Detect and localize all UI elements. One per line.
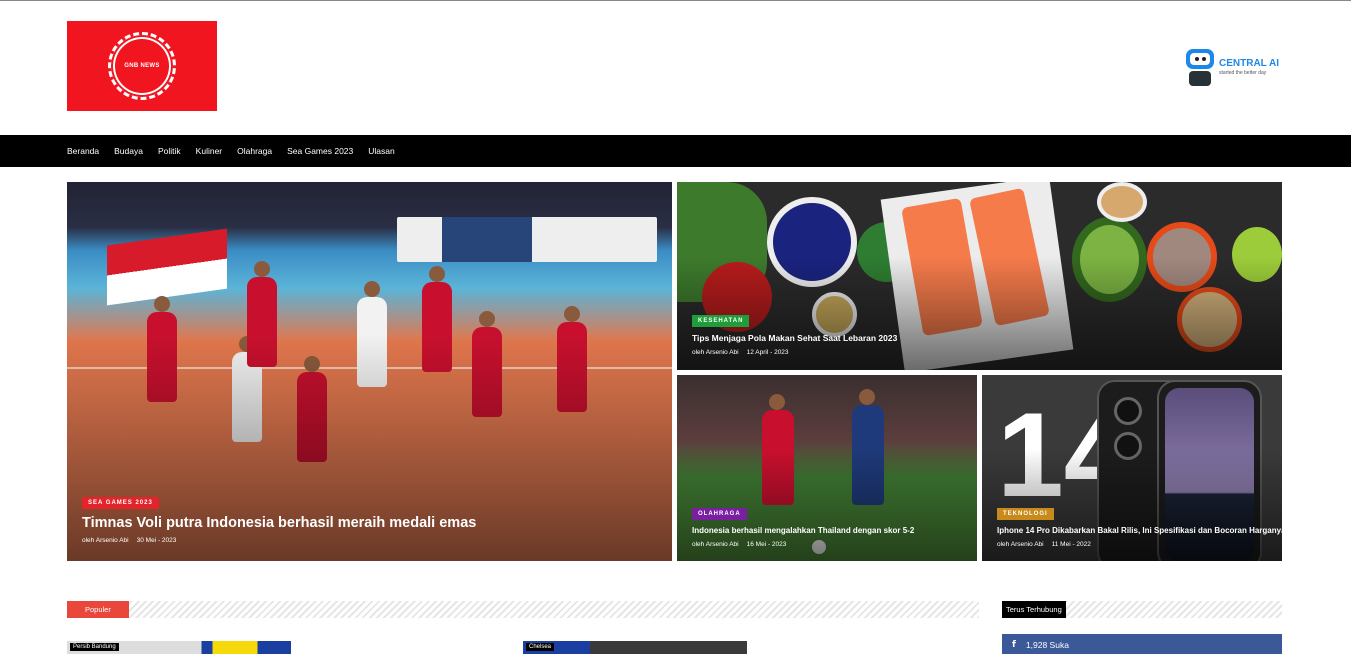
thumb-tag[interactable]: Persib Bandung [70,643,119,651]
logo-emblem: GNB NEWS [108,32,176,100]
category-badge[interactable]: KESEHATAN [692,315,750,327]
popular-label[interactable]: Populer [67,601,129,618]
main-nav: Beranda Budaya Politik Kuliner Olahraga … [0,135,1351,167]
nav-item-ulasan[interactable]: Ulasan [368,146,394,156]
popular-section-header: Populer [67,601,979,618]
popular-thumb-chelsea[interactable]: Chelsea [523,641,747,654]
article-date: 16 Mei - 2023 [746,541,787,548]
article-date: 11 Mei - 2022 [1051,541,1091,548]
featured-card-football[interactable]: OLAHRAGA Indonesia berhasil mengalahkan … [677,375,977,561]
article-date: 12 April - 2023 [746,349,789,356]
thumb-tag[interactable]: Chelsea [526,643,555,651]
header-ad-banner[interactable]: CENTRAL AI started the better day [1183,46,1283,88]
robot-icon [1183,47,1217,87]
popular-thumb-persib[interactable]: Persib Bandung [67,641,291,654]
ad-subtitle: started the better day [1219,69,1267,76]
article-title[interactable]: Tips Menjaga Pola Makan Sehat Saat Lebar… [692,333,1276,343]
article-title[interactable]: Timnas Voli putra Indonesia berhasil mer… [82,515,666,531]
article-author[interactable]: oleh Arsenio Abi [997,541,1044,548]
facebook-like-button[interactable]: f 1,928 Suka [1002,634,1282,654]
category-badge[interactable]: SEA GAMES 2023 [82,497,159,509]
article-title[interactable]: Iphone 14 Pro Dikabarkan Bakal Rilis, In… [997,526,1282,535]
nuts-bowl-image [1097,182,1147,222]
article-author[interactable]: oleh Arsenio Abi [82,537,129,544]
arena-banner-blue [442,217,532,262]
nav-item-kuliner[interactable]: Kuliner [196,146,222,156]
category-badge[interactable]: OLAHRAGA [692,508,747,520]
nav-item-politik[interactable]: Politik [158,146,181,156]
nav-item-budaya[interactable]: Budaya [114,146,143,156]
article-author[interactable]: oleh Arsenio Abi [692,541,739,548]
nav-item-beranda[interactable]: Beranda [67,146,99,156]
article-author[interactable]: oleh Arsenio Abi [692,349,739,356]
nav-item-olahraga[interactable]: Olahraga [237,146,272,156]
site-logo[interactable]: GNB NEWS [67,21,217,111]
featured-card-volleyball[interactable]: SEA GAMES 2023 Timnas Voli putra Indones… [67,182,672,561]
facebook-f-icon: f [1012,639,1016,650]
logo-text: GNB NEWS [124,63,160,69]
article-title[interactable]: Indonesia berhasil mengalahkan Thailand … [692,526,971,535]
indonesia-flag-image [107,228,227,306]
ad-title: CENTRAL AI [1219,57,1279,69]
article-date: 30 Mei - 2023 [136,537,177,544]
featured-card-healthy-food[interactable]: KESEHATAN Tips Menjaga Pola Makan Sehat … [677,182,1282,370]
featured-card-iphone[interactable]: 14 TEKNOLOGI Iphone 14 Pro Dikabarkan Ba… [982,375,1282,561]
connect-label: Terus Terhubung [1002,601,1066,618]
nav-item-sea-games[interactable]: Sea Games 2023 [287,146,353,156]
facebook-count: 1,928 Suka [1025,639,1069,650]
connect-section-header: Terus Terhubung [1002,601,1282,618]
category-badge[interactable]: TEKNOLOGI [997,508,1054,520]
